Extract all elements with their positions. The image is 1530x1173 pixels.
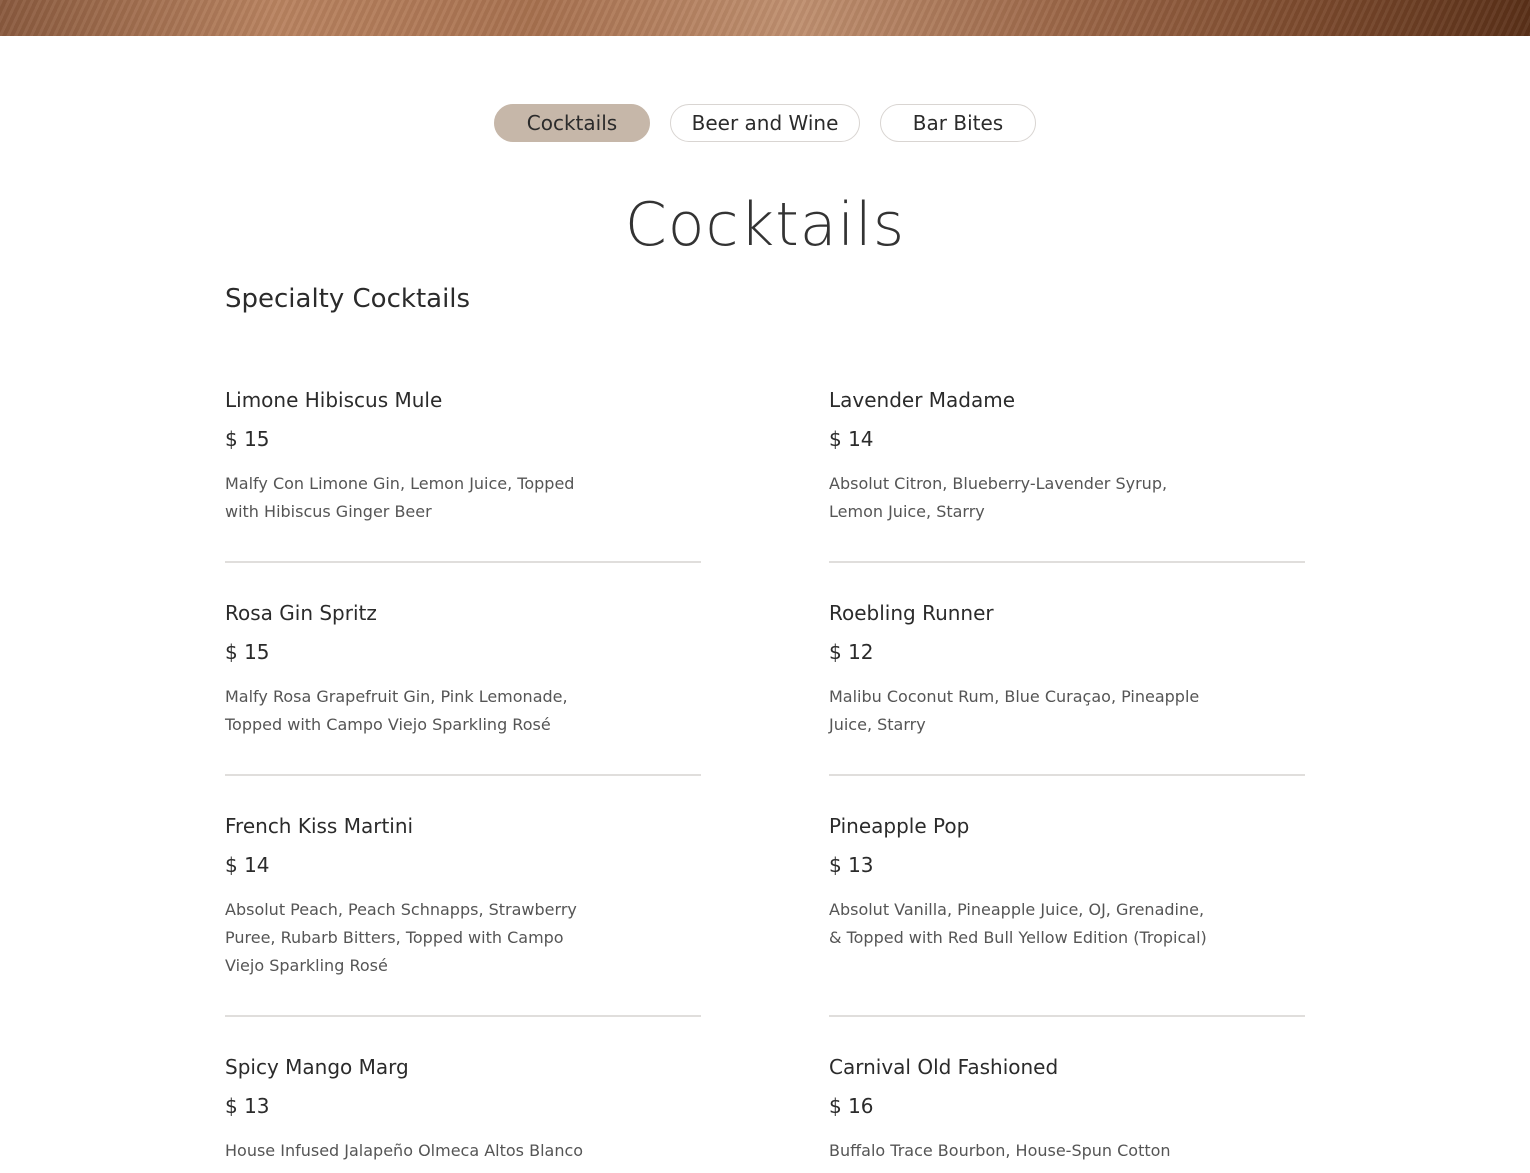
item-description: Absolut Citron, Blueberry-Lavender Syrup… bbox=[829, 474, 1168, 521]
item-description: Absolut Vanilla, Pineapple Juice, OJ, Gr… bbox=[829, 900, 1207, 947]
menu-item: French Kiss Martini $ 14 Absolut Peach, … bbox=[225, 812, 701, 1017]
tab-cocktails[interactable]: Cocktails bbox=[494, 104, 650, 142]
tab-bar-bites[interactable]: Bar Bites bbox=[880, 104, 1036, 142]
item-name: Limone Hibiscus Mule bbox=[225, 388, 443, 412]
item-name: French Kiss Martini bbox=[225, 814, 414, 838]
subsection-title: Specialty Cocktails bbox=[225, 284, 471, 314]
item-price: $ 14 bbox=[225, 853, 270, 877]
item-price: $ 12 bbox=[829, 640, 874, 664]
menu-item: Carnival Old Fashioned $ 16 Buffalo Trac… bbox=[829, 1053, 1305, 1173]
menu-item: Lavender Madame $ 14 Absolut Citron, Blu… bbox=[829, 386, 1305, 563]
tab-beer-and-wine[interactable]: Beer and Wine bbox=[670, 104, 860, 142]
item-price: $ 14 bbox=[829, 427, 874, 451]
menu-item: Limone Hibiscus Mule $ 15 Malfy Con Limo… bbox=[225, 386, 701, 563]
menu-tabs: Cocktails Beer and Wine Bar Bites bbox=[0, 104, 1530, 142]
hero-image-strip bbox=[0, 0, 1530, 36]
item-price: $ 15 bbox=[225, 427, 270, 451]
menu-item: Pineapple Pop $ 13 Absolut Vanilla, Pine… bbox=[829, 812, 1305, 1017]
menu-item: Roebling Runner $ 12 Malibu Coconut Rum,… bbox=[829, 599, 1305, 776]
item-name: Roebling Runner bbox=[829, 601, 994, 625]
item-description: Malibu Coconut Rum, Blue Curaçao, Pineap… bbox=[829, 687, 1200, 734]
item-name: Pineapple Pop bbox=[829, 814, 970, 838]
item-name: Lavender Madame bbox=[829, 388, 1016, 412]
item-name: Carnival Old Fashioned bbox=[829, 1055, 1059, 1079]
item-price: $ 13 bbox=[829, 853, 874, 877]
item-name: Rosa Gin Spritz bbox=[225, 601, 377, 625]
menu-item: Rosa Gin Spritz $ 15 Malfy Rosa Grapefru… bbox=[225, 599, 701, 776]
item-description: Malfy Rosa Grapefruit Gin, Pink Lemonade… bbox=[225, 687, 568, 734]
item-description: Malfy Con Limone Gin, Lemon Juice, Toppe… bbox=[225, 474, 575, 521]
item-price: $ 15 bbox=[225, 640, 270, 664]
section-title: Cocktails bbox=[624, 190, 906, 260]
menu-item: Spicy Mango Marg $ 13 House Infused Jala… bbox=[225, 1053, 701, 1173]
item-name: Spicy Mango Marg bbox=[225, 1055, 409, 1079]
menu-items-grid: Limone Hibiscus Mule $ 15 Malfy Con Limo… bbox=[225, 386, 1305, 1173]
item-description: Absolut Peach, Peach Schnapps, Strawberr… bbox=[225, 900, 577, 975]
item-price: $ 16 bbox=[829, 1094, 874, 1118]
item-price: $ 13 bbox=[225, 1094, 270, 1118]
